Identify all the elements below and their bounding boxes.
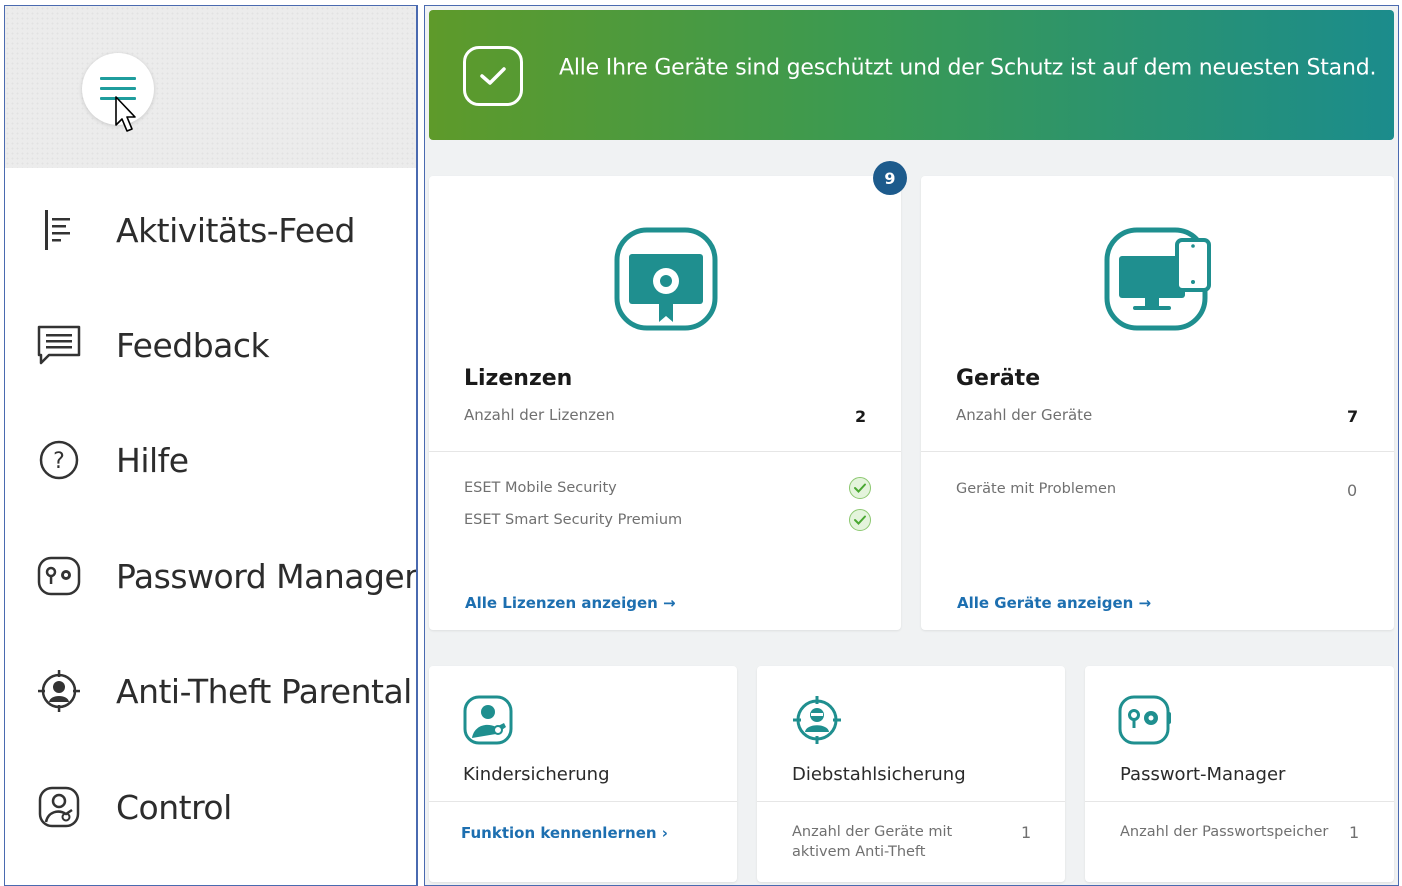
password-manager-title: Passwort-Manager	[1120, 764, 1286, 785]
anti-theft-icon	[35, 667, 83, 715]
sidebar-item-anti-theft[interactable]: Anti-Theft Parental	[5, 661, 415, 721]
sidebar: Aktivitäts-Feed Feedback ? Hilfe Passwor…	[4, 5, 418, 886]
sidebar-item-activity-feed[interactable]: Aktivitäts-Feed	[5, 200, 415, 260]
protection-status-banner: Alle Ihre Geräte sind geschützt und der …	[429, 10, 1394, 140]
license-item: ESET Smart Security Premium	[464, 512, 683, 528]
sidebar-header	[5, 6, 416, 168]
divider	[757, 801, 1065, 802]
check-circle-icon	[849, 477, 871, 499]
sidebar-item-label: Password Manager	[116, 556, 418, 596]
help-icon: ?	[35, 436, 83, 484]
sidebar-item-label: Control	[116, 787, 232, 827]
show-all-devices-link[interactable]: Alle Geräte anzeigen →	[957, 594, 1151, 612]
svg-text:?: ?	[53, 449, 65, 474]
protection-status-text: Alle Ihre Geräte sind geschützt und der …	[559, 55, 1377, 81]
sidebar-item-help[interactable]: ? Hilfe	[5, 430, 415, 490]
mouse-cursor-icon	[115, 96, 136, 132]
devices-card[interactable]: Geräte Anzahl der Geräte 7 Geräte mit Pr…	[921, 176, 1394, 630]
anti-theft-devices-label-line2: aktivem Anti-Theft	[792, 844, 926, 860]
sidebar-item-password-manager[interactable]: Password Manager	[5, 546, 418, 606]
licenses-card[interactable]: Lizenzen Anzahl der Lizenzen 2 ESET Mobi…	[429, 176, 901, 630]
license-count-value: 2	[855, 407, 867, 426]
check-circle-icon	[849, 509, 871, 531]
parental-control-card[interactable]: Kindersicherung Funktion kennenlernen ›	[429, 666, 737, 882]
sidebar-item-feedback[interactable]: Feedback	[5, 315, 415, 375]
devices-problems-value: 0	[1347, 481, 1358, 500]
password-manager-icon	[1118, 695, 1171, 745]
dashboard-main: Alle Ihre Geräte sind geschützt und der …	[424, 5, 1399, 886]
password-vault-count-label: Anzahl der Passwortspeicher	[1120, 824, 1329, 840]
password-vault-count-value: 1	[1349, 823, 1360, 842]
anti-theft-icon	[793, 696, 841, 744]
learn-feature-link-label: Funktion kennenlernen	[461, 824, 657, 842]
sidebar-item-label: Anti-Theft Parental	[116, 671, 412, 711]
parental-control-title: Kindersicherung	[463, 764, 610, 785]
device-count-value: 7	[1347, 407, 1359, 426]
check-icon	[463, 46, 523, 106]
learn-feature-link[interactable]: Funktion kennenlernen ›	[461, 824, 668, 842]
password-manager-card[interactable]: Passwort-Manager Anzahl der Passwortspei…	[1085, 666, 1394, 882]
divider	[921, 451, 1394, 452]
notification-badge: 9	[873, 161, 907, 195]
divider	[429, 451, 901, 452]
divider	[429, 801, 737, 802]
sidebar-item-label: Hilfe	[116, 440, 189, 480]
anti-theft-devices-label-line1: Anzahl der Geräte mit	[792, 824, 953, 840]
devices-title: Geräte	[956, 366, 1041, 391]
anti-theft-card[interactable]: Diebstahlsicherung Anzahl der Geräte mit…	[757, 666, 1065, 882]
license-certificate-icon	[614, 227, 718, 331]
license-item: ESET Mobile Security	[464, 480, 617, 496]
activity-feed-icon	[35, 206, 83, 254]
devices-icon	[1104, 227, 1211, 331]
device-count-label: Anzahl der Geräte	[956, 406, 1093, 424]
license-count-label: Anzahl der Lizenzen	[464, 406, 615, 424]
sidebar-item-label: Aktivitäts-Feed	[116, 210, 355, 250]
anti-theft-title: Diebstahlsicherung	[792, 764, 966, 785]
devices-problems-label: Geräte mit Problemen	[956, 481, 1117, 497]
anti-theft-devices-value: 1	[1021, 823, 1032, 842]
password-manager-icon	[35, 552, 83, 600]
sidebar-item-parental-control[interactable]: Control	[5, 777, 415, 837]
feedback-icon	[35, 321, 83, 369]
chevron-right-icon: ›	[661, 824, 668, 842]
parental-control-icon	[463, 695, 513, 745]
divider	[1085, 801, 1394, 802]
parental-control-icon	[35, 783, 83, 831]
show-all-licenses-link[interactable]: Alle Lizenzen anzeigen →	[465, 594, 676, 612]
licenses-title: Lizenzen	[464, 366, 573, 391]
sidebar-item-label: Feedback	[116, 325, 270, 365]
